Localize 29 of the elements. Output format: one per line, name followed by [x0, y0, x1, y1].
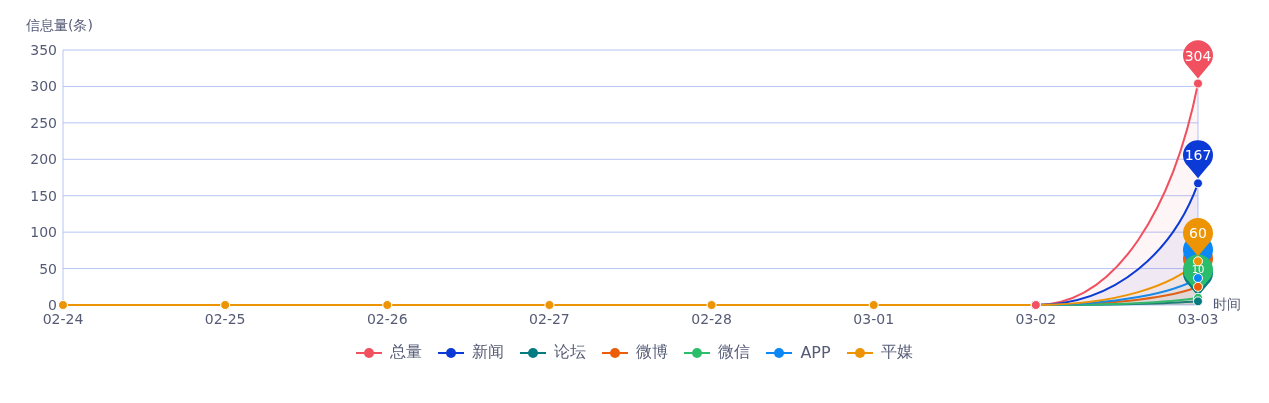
- pin-value: 304: [1184, 47, 1212, 64]
- legend-label[interactable]: 论坛: [554, 342, 587, 363]
- pin-value: 60: [1189, 225, 1207, 242]
- y-tick-label: 300: [30, 78, 57, 95]
- x-tick-label: 02-27: [529, 311, 570, 327]
- x-tick-label: 02-24: [42, 311, 84, 327]
- legend-label[interactable]: 总量: [390, 342, 423, 363]
- legend-label[interactable]: 平媒: [880, 342, 913, 363]
- y-tick-label: 150: [30, 187, 57, 204]
- y-tick-label: 250: [30, 114, 57, 131]
- x-tick-label: 02-28: [691, 311, 732, 327]
- legend-label[interactable]: 微信: [718, 342, 751, 363]
- y-tick-label: 50: [39, 260, 57, 277]
- x-tick-label: 03-03: [1177, 311, 1219, 327]
- y-tick-label: 100: [30, 224, 57, 241]
- x-tick-label: 02-26: [366, 311, 408, 327]
- legend-label[interactable]: 新闻: [472, 342, 505, 363]
- pin-value: 167: [1184, 147, 1212, 164]
- y-tick-label: 350: [30, 42, 57, 58]
- x-tick-label: 03-01: [853, 311, 895, 327]
- y-tick-label: 200: [30, 151, 57, 168]
- y-axis-title: 信息量(条): [26, 17, 93, 33]
- legend-label[interactable]: 微博: [636, 342, 669, 363]
- legend-label[interactable]: APP: [800, 343, 831, 362]
- pin-value: 10: [1191, 264, 1205, 276]
- x-tick-label: 03-02: [1015, 311, 1057, 327]
- y-tick-label: 0: [48, 297, 57, 313]
- x-axis-title: 时间: [1213, 296, 1241, 312]
- x-tick-label: 02-25: [204, 311, 246, 327]
